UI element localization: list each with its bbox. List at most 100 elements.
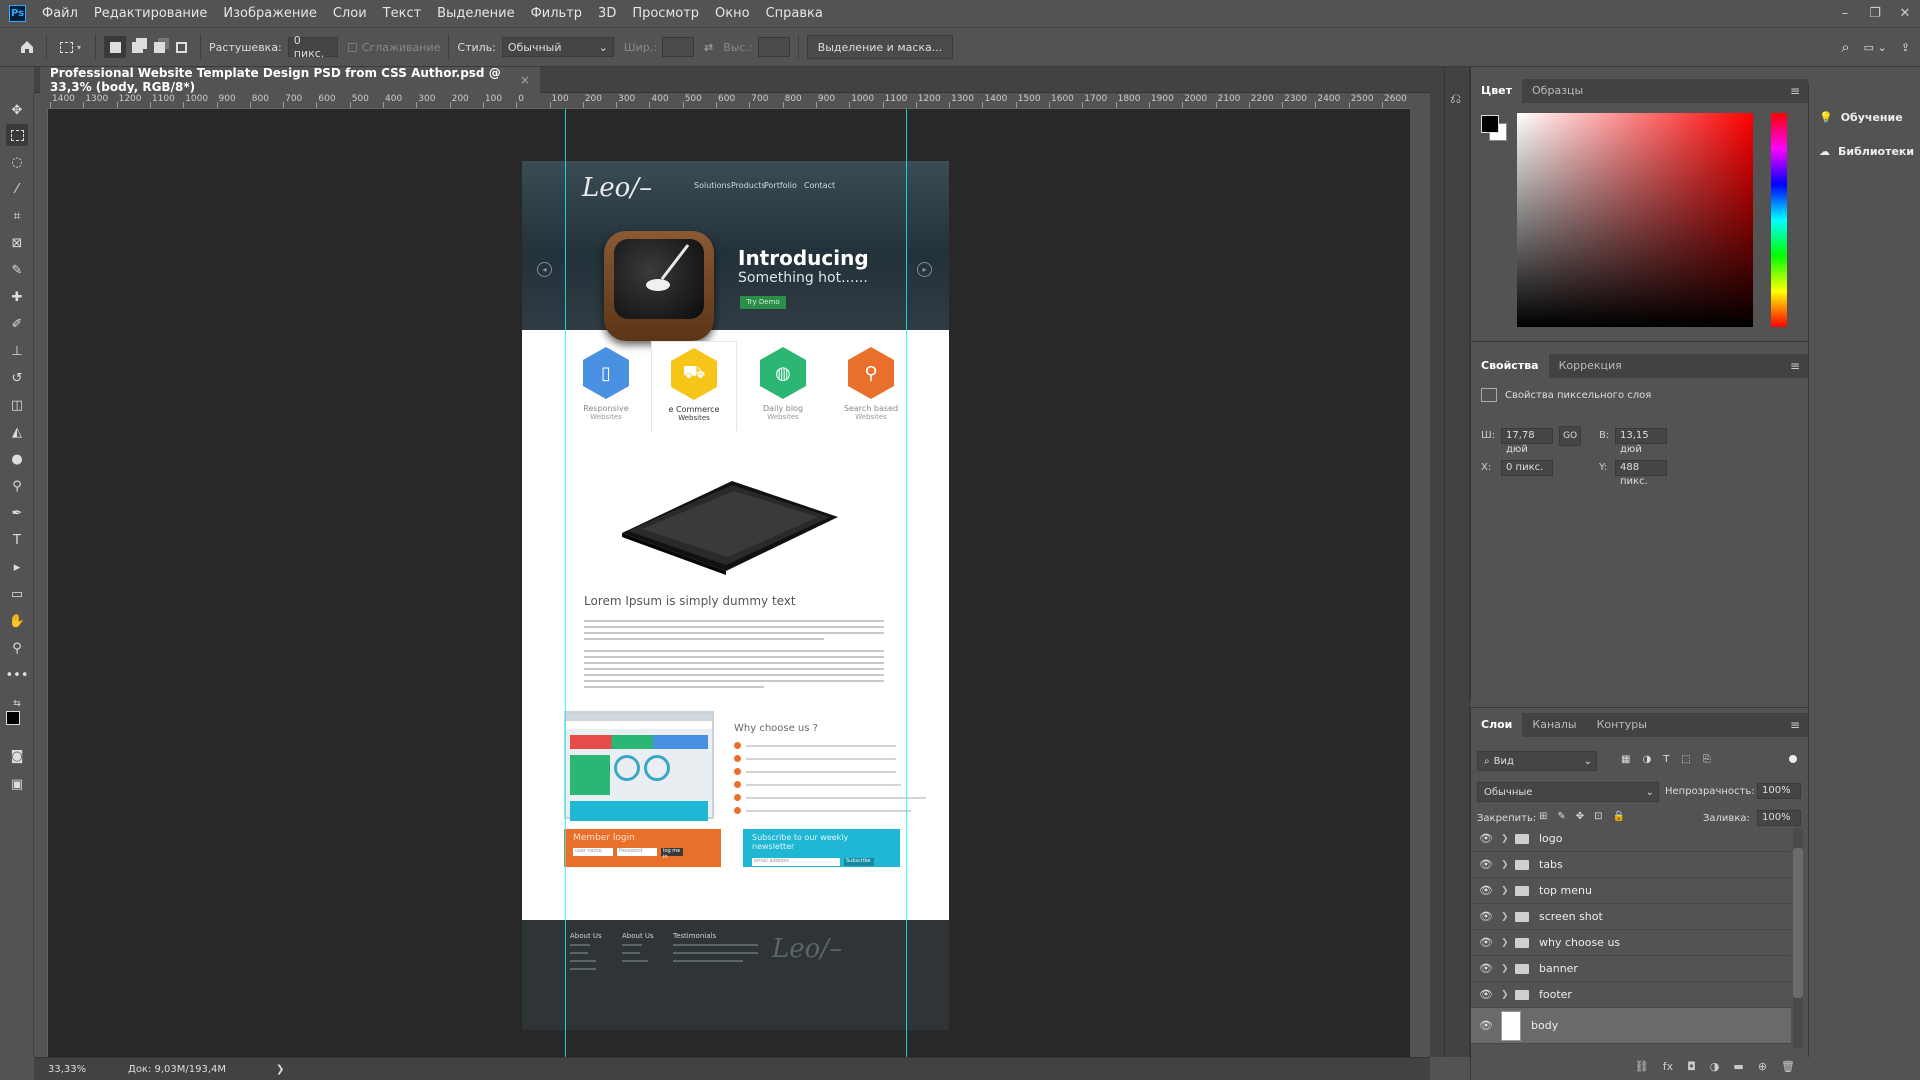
restore-icon[interactable]: ❐ [1860, 0, 1890, 27]
close-window-icon[interactable]: ✕ [1890, 0, 1920, 27]
foreground-color-swatch[interactable] [6, 711, 20, 725]
marquee-preset-icon[interactable] [55, 36, 77, 58]
zoom-level[interactable]: 33,33% [48, 1064, 108, 1075]
chevron-right-icon[interactable]: ❯ [1501, 964, 1515, 974]
eye-icon[interactable]: 👁 [1471, 988, 1501, 1001]
lock-transparent-icon[interactable]: ⊞ [1539, 811, 1547, 822]
filter-toggle[interactable] [1789, 755, 1797, 763]
panel-menu-icon[interactable]: ≡ [1790, 84, 1800, 98]
pen-tool-icon[interactable]: ✒ [6, 502, 28, 524]
frame-tool-icon[interactable]: ⊠ [6, 232, 28, 254]
add-selection-icon[interactable] [126, 36, 148, 58]
subtract-selection-icon[interactable] [148, 36, 170, 58]
antialias-checkbox[interactable]: Сглаживание [347, 41, 440, 54]
delete-layer-icon[interactable]: 🗑 [1781, 1060, 1795, 1073]
chevron-right-icon[interactable]: ❯ [1501, 886, 1515, 896]
hand-tool-icon[interactable]: ✋ [6, 610, 28, 632]
eye-icon[interactable]: 👁 [1471, 1019, 1501, 1032]
eye-icon[interactable]: 👁 [1471, 910, 1501, 923]
fill-field[interactable]: 100% [1757, 810, 1801, 826]
menu-file[interactable]: Файл [34, 6, 86, 21]
move-tool-icon[interactable]: ✥ [6, 99, 28, 121]
eraser-tool-icon[interactable]: ◫ [6, 394, 28, 416]
horizontal-ruler[interactable]: 1400 1300 1200 1100 1000 900 800 700 600 500 400 30… [48, 93, 1410, 109]
menu-select[interactable]: Выделение [429, 6, 522, 21]
link-dimensions-icon[interactable]: GO [1559, 426, 1581, 446]
swap-icon[interactable]: ⇄ [704, 41, 713, 54]
chevron-right-icon[interactable]: ❯ [1501, 990, 1515, 1000]
layer-style-icon[interactable]: fx [1663, 1060, 1673, 1073]
layer-row[interactable]: 👁 ❯ screen shot [1471, 904, 1791, 930]
clone-stamp-tool-icon[interactable]: ⊥ [6, 340, 28, 362]
layer-row[interactable]: 👁 ❯ banner [1471, 956, 1791, 982]
path-selection-tool-icon[interactable]: ▸ [6, 556, 28, 578]
chevron-right-icon[interactable]: ❯ [1501, 834, 1515, 844]
eye-icon[interactable]: 👁 [1471, 884, 1501, 897]
lock-artboard-icon[interactable]: ⊡ [1594, 811, 1602, 822]
tab-adjustments[interactable]: Коррекция [1549, 354, 1632, 378]
layer-filter-select[interactable]: ⌕ Вид ⌄ [1477, 751, 1597, 771]
style-select[interactable]: Обычный ⌄ [501, 37, 614, 57]
menu-edit[interactable]: Редактирование [86, 6, 215, 21]
layers-scrollbar[interactable] [1793, 828, 1803, 1048]
menu-window[interactable]: Окно [707, 6, 758, 21]
new-group-icon[interactable]: ▬ [1733, 1060, 1743, 1073]
marquee-tool-icon[interactable] [6, 124, 28, 146]
libraries-button[interactable]: ☁ Библиотеки [1809, 134, 1920, 168]
y-field[interactable]: 488 пикс. [1615, 460, 1667, 487]
eyedropper-tool-icon[interactable]: ✎ [6, 259, 28, 281]
layer-row[interactable]: 👁 ❯ why choose us [1471, 930, 1791, 956]
workspace-icon[interactable]: ▭ ⌄ [1864, 41, 1887, 54]
minimize-icon[interactable]: – [1830, 0, 1860, 27]
menu-3d[interactable]: 3D [590, 6, 624, 21]
intersect-selection-icon[interactable] [170, 36, 192, 58]
tab-channels[interactable]: Каналы [1522, 713, 1586, 737]
zoom-tool-icon[interactable]: ⚲ [6, 637, 28, 659]
height-input[interactable] [757, 37, 790, 57]
filter-shape-icon[interactable]: ⬚ [1681, 754, 1690, 765]
chevron-right-icon[interactable]: ❯ [1501, 912, 1515, 922]
history-brush-tool-icon[interactable]: ↺ [6, 367, 28, 389]
eye-icon[interactable]: 👁 [1471, 962, 1501, 975]
blur-tool-icon[interactable]: ● [6, 448, 28, 470]
home-icon[interactable] [16, 36, 38, 58]
tab-color[interactable]: Цвет [1471, 79, 1523, 103]
tab-swatches[interactable]: Образцы [1522, 79, 1593, 103]
lasso-tool-icon[interactable]: ◌ [6, 151, 28, 173]
chevron-right-icon[interactable]: ❯ [1501, 860, 1515, 870]
dodge-tool-icon[interactable]: ⚲ [6, 475, 28, 497]
lock-position-icon[interactable]: ✥ [1576, 811, 1584, 822]
blend-mode-select[interactable]: Обычные ⌄ [1477, 782, 1659, 802]
hue-slider[interactable] [1771, 113, 1787, 327]
quick-mask-icon[interactable]: ◙ [6, 745, 28, 767]
crop-tool-icon[interactable]: ⌗ [6, 205, 28, 227]
panel-menu-icon[interactable]: ≡ [1790, 718, 1800, 732]
layer-row[interactable]: 👁 ❯ footer [1471, 982, 1791, 1008]
panel-menu-icon[interactable]: ≡ [1790, 359, 1800, 373]
opacity-field[interactable]: 100% [1757, 783, 1801, 799]
eye-icon[interactable]: 👁 [1471, 832, 1501, 845]
filter-adjustment-icon[interactable]: ◑ [1642, 754, 1651, 765]
layer-row[interactable]: 👁 ❯ top menu [1471, 878, 1791, 904]
feather-input[interactable]: 0 пикс. [287, 34, 338, 60]
close-tab-icon[interactable]: × [520, 73, 530, 87]
menu-filter[interactable]: Фильтр [523, 6, 590, 21]
chevron-right-icon[interactable]: ❯ [1501, 938, 1515, 948]
guide-line[interactable] [565, 109, 566, 1057]
tab-paths[interactable]: Контуры [1587, 713, 1657, 737]
layer-row[interactable]: 👁 ❯ tabs [1471, 852, 1791, 878]
share-icon[interactable]: ⇪ [1901, 41, 1910, 54]
canvas-area[interactable]: Leo/– Solutions Products Portfolio Conta… [48, 109, 1410, 1057]
menu-image[interactable]: Изображение [215, 6, 324, 21]
brush-tool-icon[interactable]: ✐ [6, 313, 28, 335]
rectangle-tool-icon[interactable]: ▭ [6, 583, 28, 605]
magic-wand-tool-icon[interactable]: ⁄ [6, 178, 28, 200]
eye-icon[interactable]: 👁 [1471, 858, 1501, 871]
healing-brush-tool-icon[interactable]: ✚ [6, 286, 28, 308]
foreground-color-swatch[interactable] [1481, 115, 1499, 133]
screen-mode-icon[interactable]: ▣ [6, 773, 28, 795]
chevron-down-icon[interactable]: ▾ [77, 43, 81, 52]
menu-type[interactable]: Текст [375, 6, 430, 21]
filter-type-icon[interactable]: T [1663, 754, 1669, 765]
width-input[interactable] [661, 37, 694, 57]
